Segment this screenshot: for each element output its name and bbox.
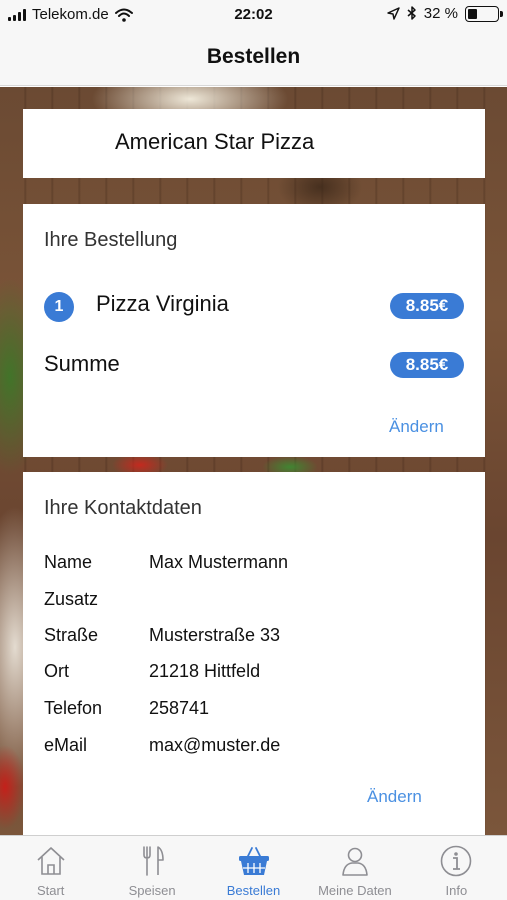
quantity-badge: 1 bbox=[44, 292, 74, 322]
contact-value: max@muster.de bbox=[149, 735, 281, 755]
basket-icon bbox=[238, 847, 269, 875]
person-icon bbox=[342, 847, 368, 876]
battery-level bbox=[468, 8, 477, 19]
contact-label: Name bbox=[44, 552, 93, 572]
contact-value: Musterstraße 33 bbox=[149, 625, 281, 645]
contact-heading: Ihre Kontaktdaten bbox=[44, 497, 202, 519]
tab-bar: Start Speisen Bestellen Meine Daten Info bbox=[0, 835, 507, 900]
bluetooth-icon bbox=[407, 6, 416, 20]
contact-label: eMail bbox=[44, 735, 88, 755]
contact-label: Telefon bbox=[44, 698, 103, 718]
contact-value: 21218 Hittfeld bbox=[149, 661, 261, 681]
contact-label: Straße bbox=[44, 625, 99, 645]
sum-price: 8.85€ bbox=[390, 352, 464, 378]
contact-row-phone: Telefon 258741 bbox=[44, 698, 464, 722]
contact-row-name: Name Max Mustermann bbox=[44, 552, 464, 576]
tab-speisen[interactable]: Speisen bbox=[101, 836, 202, 900]
contact-label: Ort bbox=[44, 661, 69, 681]
order-heading: Ihre Bestellung bbox=[44, 229, 178, 251]
contact-row-zusatz: Zusatz bbox=[44, 589, 464, 613]
contact-value: Max Mustermann bbox=[149, 552, 289, 572]
contact-value: 258741 bbox=[149, 698, 210, 718]
restaurant-card: American Star Pizza bbox=[23, 109, 485, 178]
tab-label: Bestellen bbox=[226, 883, 281, 898]
contact-card: Ihre Kontaktdaten Name Max Mustermann Zu… bbox=[23, 472, 485, 837]
status-right: 32 % bbox=[387, 5, 503, 22]
navigation-bar: Bestellen bbox=[0, 30, 507, 86]
tab-bestellen[interactable]: Bestellen bbox=[203, 836, 304, 900]
contact-row-city: Ort 21218 Hittfeld bbox=[44, 661, 464, 685]
contact-label: Zusatz bbox=[44, 589, 99, 609]
order-item-price: 8.85€ bbox=[390, 293, 464, 319]
tab-label: Info bbox=[445, 883, 468, 898]
change-contact-button[interactable]: Ändern bbox=[367, 787, 422, 807]
change-order-button[interactable]: Ändern bbox=[389, 417, 444, 437]
tab-label: Start bbox=[36, 883, 65, 898]
location-arrow-icon bbox=[387, 7, 400, 20]
battery-icon bbox=[465, 5, 503, 22]
tab-start[interactable]: Start bbox=[0, 836, 101, 900]
order-card: Ihre Bestellung 1 Pizza Virginia 8.85€ S… bbox=[23, 204, 485, 457]
restaurant-name: American Star Pizza bbox=[115, 129, 315, 154]
status-bar: Telekom.de 22:02 32 % bbox=[0, 0, 507, 30]
info-icon bbox=[441, 845, 472, 877]
contact-row-street: Straße Musterstraße 33 bbox=[44, 625, 464, 649]
home-icon bbox=[37, 847, 65, 875]
tab-label: Speisen bbox=[128, 883, 176, 898]
page-title: Bestellen bbox=[206, 45, 301, 68]
sum-label: Summe bbox=[44, 351, 120, 376]
order-item-name: Pizza Virginia bbox=[96, 291, 229, 316]
battery-percent: 32 % bbox=[423, 5, 458, 22]
tab-info[interactable]: Info bbox=[406, 836, 507, 900]
contact-row-email: eMail max@muster.de bbox=[44, 735, 464, 759]
cutlery-icon bbox=[143, 846, 164, 876]
tab-label: Meine Daten bbox=[318, 883, 392, 898]
tab-meine-daten[interactable]: Meine Daten bbox=[304, 836, 405, 900]
